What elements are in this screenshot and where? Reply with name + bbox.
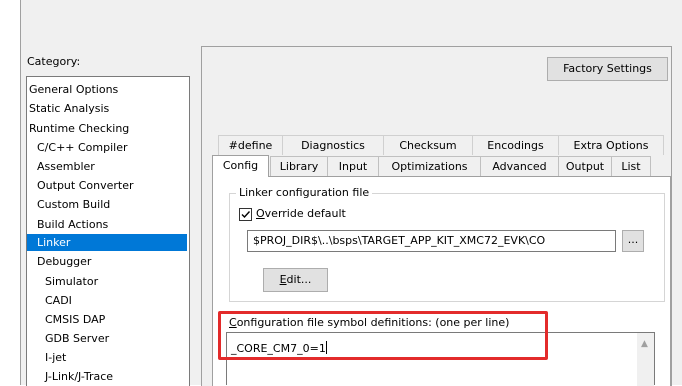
checkmark-icon xyxy=(241,211,251,219)
category-item-custom-build[interactable]: Custom Build xyxy=(37,196,187,213)
category-item-cadi[interactable]: CADI xyxy=(45,292,187,309)
category-item-cmsis-dap[interactable]: CMSIS DAP xyxy=(45,311,187,328)
category-item-c-cpp-compiler[interactable]: C/C++ Compiler xyxy=(37,139,187,156)
category-item-output-converter[interactable]: Output Converter xyxy=(37,177,187,194)
browse-button[interactable]: ... xyxy=(622,230,644,252)
category-item-linker[interactable]: Linker xyxy=(27,234,187,251)
category-item-general-options[interactable]: General Options xyxy=(29,81,187,98)
linker-config-path-input[interactable]: $PROJ_DIR$\..\bsps\TARGET_APP_KIT_XMC72_… xyxy=(247,230,616,252)
factory-settings-button[interactable]: Factory Settings xyxy=(547,57,668,81)
category-item-gdb-server[interactable]: GDB Server xyxy=(45,330,187,347)
category-list[interactable]: General Options Static Analysis Runtime … xyxy=(26,76,190,386)
tab-output[interactable]: Output xyxy=(558,156,611,176)
category-item-simulator[interactable]: Simulator xyxy=(45,273,187,290)
category-item-debugger[interactable]: Debugger xyxy=(37,253,187,270)
override-default-label[interactable]: Override default xyxy=(256,207,346,220)
tab-encodings[interactable]: Encodings xyxy=(472,135,558,155)
edit-button[interactable]: Edit... xyxy=(263,268,328,292)
override-default-checkbox[interactable] xyxy=(239,208,252,221)
annotation-highlight-box xyxy=(218,311,548,360)
tab-input[interactable]: Input xyxy=(327,156,378,176)
scroll-up-icon[interactable]: ▲ xyxy=(641,339,648,349)
category-item-i-jet[interactable]: I-jet xyxy=(45,349,187,366)
tab-advanced[interactable]: Advanced xyxy=(480,156,558,176)
tab-optimizations[interactable]: Optimizations xyxy=(378,156,480,176)
category-item-assembler[interactable]: Assembler xyxy=(37,158,187,175)
category-item-static-analysis[interactable]: Static Analysis xyxy=(29,100,187,117)
tab-diagnostics[interactable]: Diagnostics xyxy=(282,135,383,155)
tab-checksum[interactable]: Checksum xyxy=(383,135,472,155)
tab-define[interactable]: #define xyxy=(218,135,282,155)
tab-library[interactable]: Library xyxy=(270,156,327,176)
category-item-jlink-jtrace[interactable]: J-Link/J-Trace xyxy=(45,368,187,385)
category-label: Category: xyxy=(27,55,81,68)
linker-config-group-title: Linker configuration file xyxy=(236,186,373,199)
category-item-runtime-checking[interactable]: Runtime Checking xyxy=(29,120,187,137)
tab-extra-options[interactable]: Extra Options xyxy=(558,135,664,155)
symbol-definitions-scrollbar[interactable]: ▲ xyxy=(637,333,654,386)
category-item-build-actions[interactable]: Build Actions xyxy=(37,216,187,233)
tab-config[interactable]: Config xyxy=(212,155,269,177)
tab-list[interactable]: List xyxy=(611,156,651,176)
